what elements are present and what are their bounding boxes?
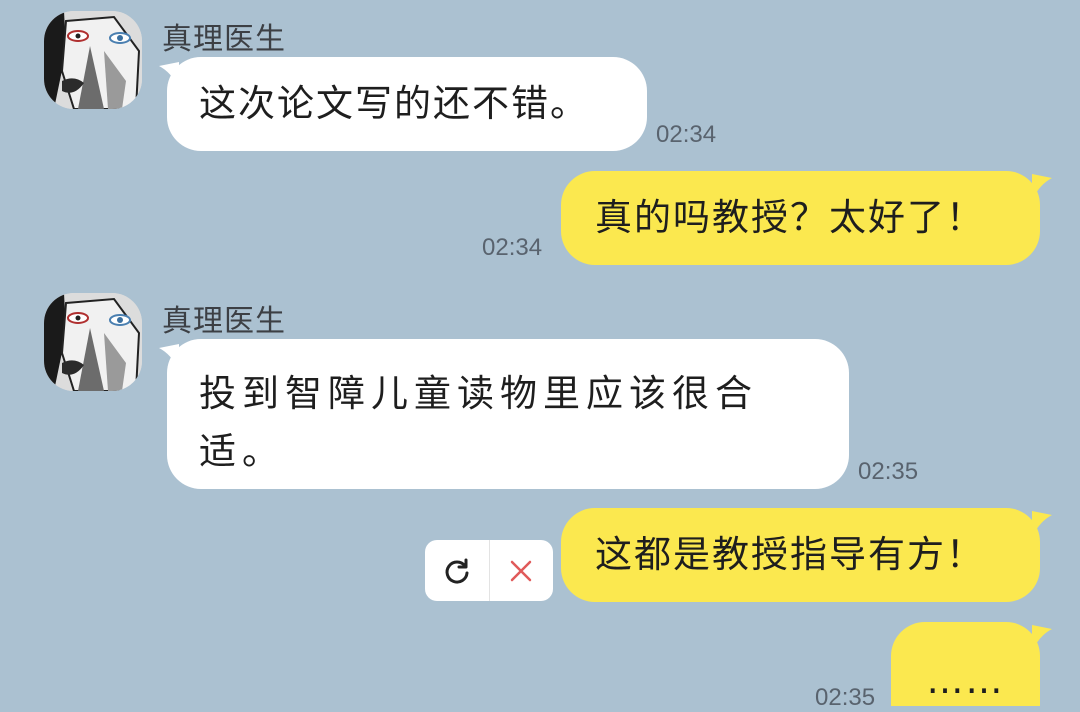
message-text: …… (926, 659, 1005, 702)
message-time: 02:35 (858, 458, 919, 485)
sender-name: 真理医生 (162, 22, 286, 57)
message-text: 这都是教授指导有方！ (595, 533, 985, 576)
avatar[interactable] (44, 11, 142, 109)
bubble-tail (1032, 625, 1052, 651)
message-time: 02:35 (815, 684, 876, 711)
close-icon (511, 560, 532, 581)
chat-area: 真理医生 这次论文写的还不错。 02:34 02:34 真的吗教授？太好了！ 真… (0, 0, 1080, 711)
message-text: 投到智障儿童读物里应该很合适。 (199, 372, 758, 473)
send-failed-actions (425, 540, 553, 601)
message-text: 真的吗教授？太好了！ (595, 196, 985, 239)
message-bubble[interactable]: 真的吗教授？太好了！ (561, 171, 1040, 265)
message-time: 02:34 (482, 234, 543, 261)
bubble-tail (1032, 511, 1052, 537)
bubble-tail (1032, 174, 1052, 200)
avatar[interactable] (44, 293, 142, 391)
message-bubble[interactable]: 这都是教授指导有方！ (561, 508, 1040, 602)
message-bubble[interactable]: 投到智障儿童读物里应该很合适。 (167, 339, 849, 489)
message-text: 这次论文写的还不错。 (199, 82, 589, 125)
message-time: 02:34 (656, 121, 717, 148)
retry-button[interactable] (425, 540, 490, 601)
message-bubble[interactable]: 这次论文写的还不错。 (167, 57, 647, 151)
cancel-button[interactable] (490, 540, 554, 601)
refresh-icon (445, 558, 469, 584)
message-bubble[interactable]: …… (891, 622, 1040, 706)
sender-name: 真理医生 (162, 304, 286, 339)
